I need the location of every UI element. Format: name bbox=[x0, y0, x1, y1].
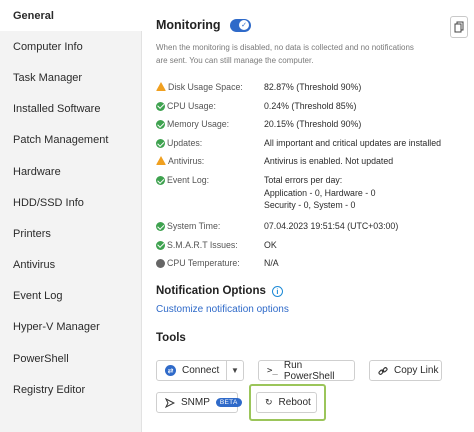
reboot-label: Reboot bbox=[278, 397, 311, 408]
terminal-icon: >_ bbox=[267, 365, 278, 376]
status-value: N/A bbox=[264, 258, 279, 269]
status-row-updates: Updates: All important and critical upda… bbox=[156, 137, 441, 150]
status-row-smart: S.M.A.R.T Issues: OK bbox=[156, 239, 277, 252]
status-label: Memory Usage: bbox=[167, 119, 230, 130]
main-panel: Monitoring ✓ When the monitoring is disa… bbox=[142, 0, 474, 432]
sidebar-item-hardware[interactable]: Hardware bbox=[0, 156, 141, 187]
dot-icon bbox=[156, 259, 165, 269]
warning-icon bbox=[156, 82, 166, 91]
copy-icon bbox=[454, 21, 464, 33]
status-value: 82.87% (Threshold 90%) bbox=[264, 82, 362, 92]
snmp-button[interactable]: SNMP BETA bbox=[156, 392, 242, 413]
monitoring-toggle[interactable]: ✓ bbox=[229, 18, 251, 32]
status-row-cpu-temperature: CPU Temperature: N/A bbox=[156, 257, 279, 270]
notification-options-heading: Notification Options i bbox=[156, 285, 283, 297]
copy-link-label: Copy Link bbox=[394, 365, 439, 376]
monitoring-note: When the monitoring is disabled, no data… bbox=[156, 43, 414, 65]
warning-icon bbox=[156, 156, 166, 166]
status-value: 07.04.2023 19:51:54 (UTC+03:00) bbox=[264, 221, 399, 231]
sidebar-item-computer-info[interactable]: Computer Info bbox=[0, 31, 141, 62]
run-powershell-label: Run PowerShell bbox=[283, 359, 335, 382]
sidebar-item-event-log[interactable]: Event Log bbox=[0, 281, 141, 312]
status-value: OK bbox=[264, 239, 277, 250]
copy-link-button[interactable]: Copy Link bbox=[369, 360, 442, 381]
status-label: System Time: bbox=[167, 221, 221, 231]
check-icon bbox=[156, 222, 165, 231]
check-icon bbox=[156, 120, 165, 130]
sidebar-item-task-manager[interactable]: Task Manager bbox=[0, 62, 141, 93]
notification-options-title: Notification Options bbox=[156, 285, 266, 297]
status-value: Antivirus is enabled. Not updated bbox=[264, 156, 394, 167]
sidebar-item-antivirus[interactable]: Antivirus bbox=[0, 250, 141, 281]
status-value: All important and critical updates are i… bbox=[264, 137, 442, 148]
sidebar-item-hyper-v-manager[interactable]: Hyper-V Manager bbox=[0, 312, 141, 343]
monitoring-title: Monitoring bbox=[156, 18, 221, 32]
status-row-antivirus: Antivirus: Antivirus is enabled. Not upd… bbox=[156, 155, 393, 168]
check-icon bbox=[156, 101, 165, 111]
sidebar: General Computer Info Task Manager Insta… bbox=[0, 0, 142, 432]
sidebar-item-hdd-ssd-info[interactable]: HDD/SSD Info bbox=[0, 187, 141, 218]
status-label: CPU Temperature: bbox=[167, 258, 240, 269]
tools-title: Tools bbox=[156, 332, 186, 344]
sidebar-item-registry-editor[interactable]: Registry Editor bbox=[0, 374, 141, 405]
sidebar-item-printers[interactable]: Printers bbox=[0, 218, 141, 249]
status-row-memory: Memory Usage: 20.15% (Threshold 90%) bbox=[156, 118, 361, 131]
status-label: Event Log: bbox=[167, 175, 210, 185]
status-row-system-time: System Time: 07.04.2023 19:51:54 (UTC+03… bbox=[156, 220, 398, 233]
check-icon: ✓ bbox=[239, 20, 250, 30]
sidebar-item-patch-management[interactable]: Patch Management bbox=[0, 125, 141, 156]
status-value: 20.15% (Threshold 90%) bbox=[264, 119, 362, 130]
monitoring-header: Monitoring ✓ bbox=[156, 18, 251, 32]
event-log-line: Security - 0, System - 0 bbox=[264, 200, 356, 210]
send-icon bbox=[165, 397, 175, 408]
status-label: S.M.A.R.T Issues: bbox=[167, 239, 238, 250]
event-log-line: Application - 0, Hardware - 0 bbox=[264, 187, 376, 198]
status-value: 0.24% (Threshold 85%) bbox=[264, 100, 357, 111]
customize-notifications-link[interactable]: Customize notification options bbox=[156, 304, 289, 315]
chevron-down-icon[interactable]: ▼ bbox=[227, 366, 243, 375]
status-label: Updates: bbox=[167, 137, 203, 148]
info-icon[interactable]: i bbox=[271, 285, 283, 297]
sidebar-item-general[interactable]: General bbox=[0, 0, 142, 32]
check-icon bbox=[156, 240, 165, 250]
status-label: Antivirus: bbox=[168, 156, 205, 167]
beta-badge: BETA bbox=[215, 398, 242, 407]
status-label: CPU Usage: bbox=[167, 100, 216, 111]
status-row-cpu: CPU Usage: 0.24% (Threshold 85%) bbox=[156, 100, 356, 113]
check-icon bbox=[156, 176, 165, 185]
connect-button[interactable]: ⇄ Connect ▼ bbox=[156, 360, 244, 381]
snmp-label: SNMP bbox=[181, 397, 210, 408]
reboot-button[interactable]: ↻ Reboot bbox=[256, 392, 317, 413]
link-icon bbox=[378, 366, 388, 376]
run-powershell-button[interactable]: >_ Run PowerShell bbox=[258, 359, 355, 382]
sidebar-item-powershell[interactable]: PowerShell bbox=[0, 343, 141, 374]
event-log-summary: Total errors per day: bbox=[264, 175, 343, 185]
status-value: Total errors per day: Application - 0, H… bbox=[264, 174, 375, 212]
check-icon bbox=[156, 138, 165, 148]
refresh-icon: ↻ bbox=[265, 397, 273, 407]
connect-icon: ⇄ bbox=[165, 365, 176, 376]
status-row-event-log: Event Log: Total errors per day: Applica… bbox=[156, 174, 375, 212]
sidebar-item-installed-software[interactable]: Installed Software bbox=[0, 94, 141, 125]
status-row-disk: Disk Usage Space: 82.87% (Threshold 90%) bbox=[156, 81, 361, 94]
copy-button[interactable] bbox=[450, 16, 468, 38]
connect-label: Connect bbox=[182, 365, 220, 376]
status-label: Disk Usage Space: bbox=[168, 82, 243, 92]
